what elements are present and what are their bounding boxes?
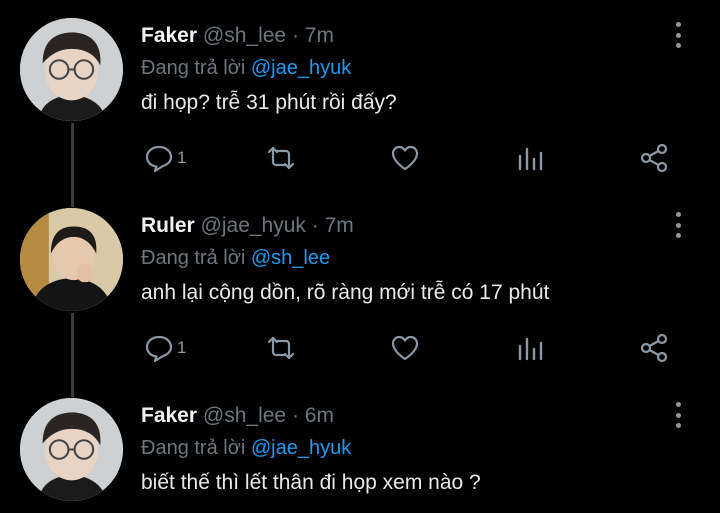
display-name[interactable]: Faker [141, 404, 197, 427]
like-button[interactable] [389, 332, 421, 364]
share-icon [640, 143, 668, 173]
avatar[interactable] [20, 18, 123, 121]
reply-mention[interactable]: @jae_hyuk [251, 437, 351, 459]
retweet-icon [267, 336, 295, 360]
like-button[interactable] [389, 142, 421, 174]
replying-to: Đang trả lời @jae_hyuk [141, 437, 351, 460]
user-handle[interactable]: @jae_hyuk [201, 214, 306, 237]
timestamp[interactable]: 6m [305, 404, 334, 427]
avatar[interactable] [20, 208, 123, 311]
separator-dot: · [291, 404, 299, 427]
analytics-button[interactable] [515, 142, 547, 174]
replying-to: Đang trả lời @sh_lee [141, 247, 330, 270]
separator-dot: · [311, 214, 319, 237]
analytics-icon [518, 337, 543, 361]
timestamp[interactable]: 7m [325, 214, 354, 237]
tweet-header: Faker @sh_lee · 6m [141, 404, 334, 428]
reply-prefix: Đang trả lời [141, 57, 246, 79]
tweet-text: đi họp? trễ 31 phút rồi đấy? [141, 91, 397, 114]
reply-mention[interactable]: @jae_hyuk [251, 57, 351, 79]
timestamp[interactable]: 7m [305, 24, 334, 47]
display-name[interactable]: Faker [141, 24, 197, 47]
tweet[interactable]: Faker @sh_lee · 6m Đang trả lời @jae_hyu… [0, 380, 720, 513]
avatar[interactable] [20, 398, 123, 501]
reply-mention[interactable]: @sh_lee [251, 247, 330, 269]
reply-button[interactable]: 1 [143, 332, 186, 364]
tweet[interactable]: Ruler @jae_hyuk · 7m Đang trả lời @sh_le… [0, 190, 720, 380]
more-icon[interactable] [668, 400, 688, 430]
user-handle[interactable]: @sh_lee [203, 404, 286, 427]
retweet-button[interactable] [265, 332, 297, 364]
more-icon[interactable] [668, 20, 688, 50]
more-icon[interactable] [668, 210, 688, 240]
reply-count: 1 [177, 148, 187, 167]
tweet-text: biết thế thì lết thân đi họp xem nào ? [141, 471, 481, 494]
tweet-header: Ruler @jae_hyuk · 7m [141, 214, 354, 238]
retweet-icon [267, 146, 295, 170]
tweet-header: Faker @sh_lee · 7m [141, 24, 334, 48]
analytics-icon [518, 147, 543, 171]
reply-prefix: Đang trả lời [141, 437, 246, 459]
reply-icon [145, 335, 173, 363]
share-icon [640, 333, 668, 363]
tweet-actions: 1 [0, 332, 720, 366]
separator-dot: · [291, 24, 299, 47]
share-button[interactable] [638, 142, 670, 174]
reply-prefix: Đang trả lời [141, 247, 246, 269]
replying-to: Đang trả lời @jae_hyuk [141, 57, 351, 80]
user-handle[interactable]: @sh_lee [203, 24, 286, 47]
share-button[interactable] [638, 332, 670, 364]
reply-count: 1 [177, 338, 187, 357]
display-name[interactable]: Ruler [141, 214, 195, 237]
tweet-actions: 1 [0, 142, 720, 176]
reply-button[interactable]: 1 [143, 142, 186, 174]
like-icon [391, 335, 419, 361]
like-icon [391, 145, 419, 171]
tweet[interactable]: Faker @sh_lee · 7m Đang trả lời @jae_hyu… [0, 0, 720, 190]
reply-icon [145, 145, 173, 173]
tweet-text: anh lại cộng dồn, rõ ràng mới trễ có 17 … [141, 281, 550, 304]
analytics-button[interactable] [515, 332, 547, 364]
retweet-button[interactable] [265, 142, 297, 174]
